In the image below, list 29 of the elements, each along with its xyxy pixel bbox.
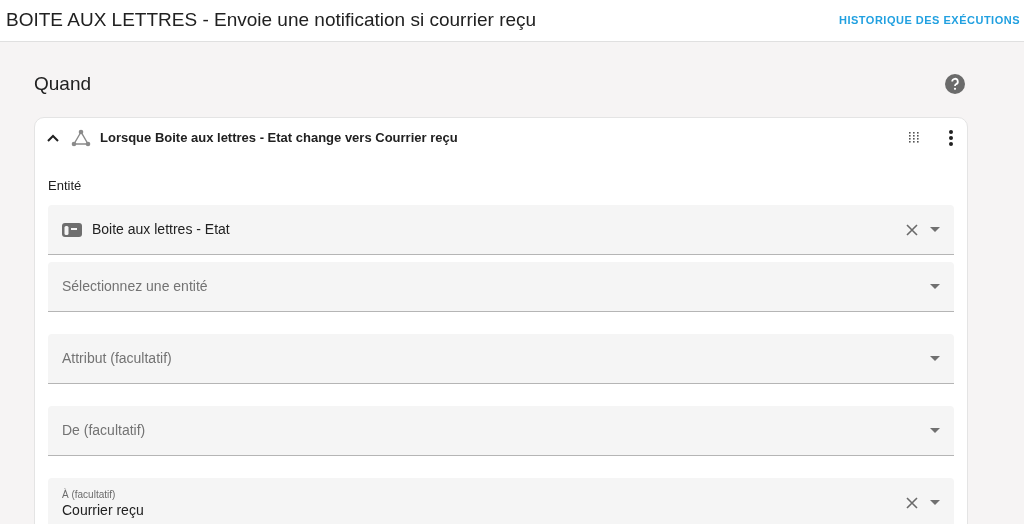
select-field[interactable]: Sélectionnez une entité bbox=[48, 262, 954, 312]
dropdown-caret-icon[interactable] bbox=[930, 428, 940, 433]
field-label: À (facultatif) bbox=[62, 488, 117, 501]
mailbox-icon bbox=[62, 221, 82, 238]
select-field[interactable]: De (facultatif) bbox=[48, 406, 954, 456]
field-placeholder: Sélectionnez une entité bbox=[62, 277, 208, 296]
run-history-link[interactable]: HISTORIQUE DES EXÉCUTIONS bbox=[839, 12, 1020, 29]
field-value: Courrier reçu bbox=[62, 500, 144, 519]
more-menu-icon[interactable] bbox=[949, 129, 953, 146]
trigger-title: Lorsque Boite aux lettres - Etat change vers Courrier reçu bbox=[100, 128, 459, 147]
field-placeholder: De (facultatif) bbox=[62, 421, 146, 440]
select-field[interactable]: Boite aux lettres - Etat bbox=[48, 205, 954, 255]
drag-handle-icon[interactable] bbox=[908, 132, 919, 143]
dropdown-caret-icon[interactable] bbox=[930, 227, 940, 232]
close-icon[interactable] bbox=[906, 223, 918, 236]
section-title: Quand bbox=[34, 72, 92, 96]
state-change-icon bbox=[71, 128, 91, 147]
select-field[interactable]: Attribut (facultatif) bbox=[48, 334, 954, 384]
chevron-icon[interactable] bbox=[47, 133, 59, 142]
field-placeholder: Attribut (facultatif) bbox=[62, 349, 172, 368]
close-icon[interactable] bbox=[906, 496, 918, 509]
select-field[interactable]: À (facultatif) Courrier reçu bbox=[48, 478, 954, 524]
dropdown-caret-icon[interactable] bbox=[930, 356, 940, 361]
entity-label: Entité bbox=[48, 176, 83, 195]
help-icon[interactable] bbox=[945, 74, 965, 95]
dropdown-caret-icon[interactable] bbox=[930, 500, 940, 505]
field-value: Boite aux lettres - Etat bbox=[92, 220, 230, 239]
dropdown-caret-icon[interactable] bbox=[930, 284, 940, 289]
page-title: BOITE AUX LETTRES - Envoie une notification si courrier reçu bbox=[6, 8, 537, 33]
